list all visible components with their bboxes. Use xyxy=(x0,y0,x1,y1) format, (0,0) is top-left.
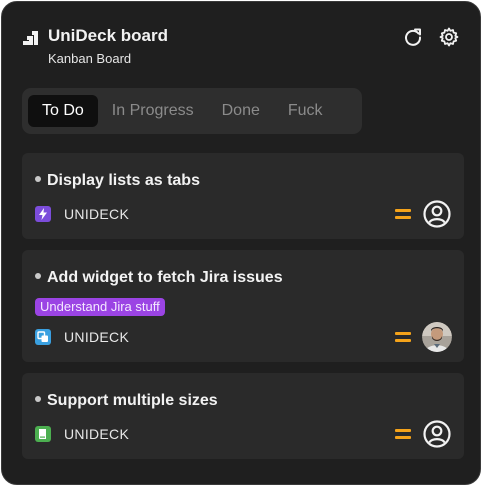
issue-title: Add widget to fetch Jira issues xyxy=(35,268,283,288)
project-name: UNIDECK xyxy=(64,329,130,345)
tab-to-do[interactable]: To Do xyxy=(28,95,98,127)
issue-title-text: Support multiple sizes xyxy=(47,392,218,409)
list-tabs: To Do In Progress Done Fuck xyxy=(22,88,362,134)
medium-priority-icon xyxy=(395,332,411,342)
medium-priority-icon xyxy=(395,209,411,219)
medium-priority-icon xyxy=(395,429,411,439)
user-avatar-photo[interactable] xyxy=(422,322,452,352)
issue-title: Support multiple sizes xyxy=(35,391,218,411)
gear-icon xyxy=(439,27,459,47)
kanban-widget: UniDeck board Kanban Board To Do In Prog… xyxy=(1,1,481,485)
stairs-logo-icon xyxy=(23,31,38,45)
issue-title: Display lists as tabs xyxy=(35,171,200,191)
bullet xyxy=(35,395,41,402)
settings-button[interactable] xyxy=(437,25,461,49)
issue-card[interactable]: Support multiple sizes UNIDECK xyxy=(22,373,464,459)
board-subtitle: Kanban Board xyxy=(48,51,132,66)
bullet xyxy=(35,175,41,182)
tab-in-progress[interactable]: In Progress xyxy=(98,95,208,127)
refresh-button[interactable] xyxy=(401,25,425,49)
project-name: UNIDECK xyxy=(64,426,130,442)
tab-fuck[interactable]: Fuck xyxy=(274,95,337,127)
issue-title-text: Add widget to fetch Jira issues xyxy=(47,269,283,286)
project-name: UNIDECK xyxy=(64,206,130,222)
issue-title-text: Display lists as tabs xyxy=(47,172,200,189)
refresh-icon xyxy=(405,28,422,46)
issue-card[interactable]: Add widget to fetch Jira issues Understa… xyxy=(22,250,464,362)
tab-done[interactable]: Done xyxy=(208,95,274,127)
book-icon xyxy=(35,426,51,442)
bullet xyxy=(35,272,41,279)
unassigned-user-icon[interactable] xyxy=(422,199,452,229)
board-title: UniDeck board xyxy=(48,26,168,45)
unassigned-user-icon[interactable] xyxy=(422,419,452,449)
issue-label: Understand Jira stuff xyxy=(35,298,165,316)
issue-card[interactable]: Display lists as tabs UNIDECK xyxy=(22,153,464,239)
lightning-icon xyxy=(35,206,51,222)
layers-icon xyxy=(35,329,51,345)
